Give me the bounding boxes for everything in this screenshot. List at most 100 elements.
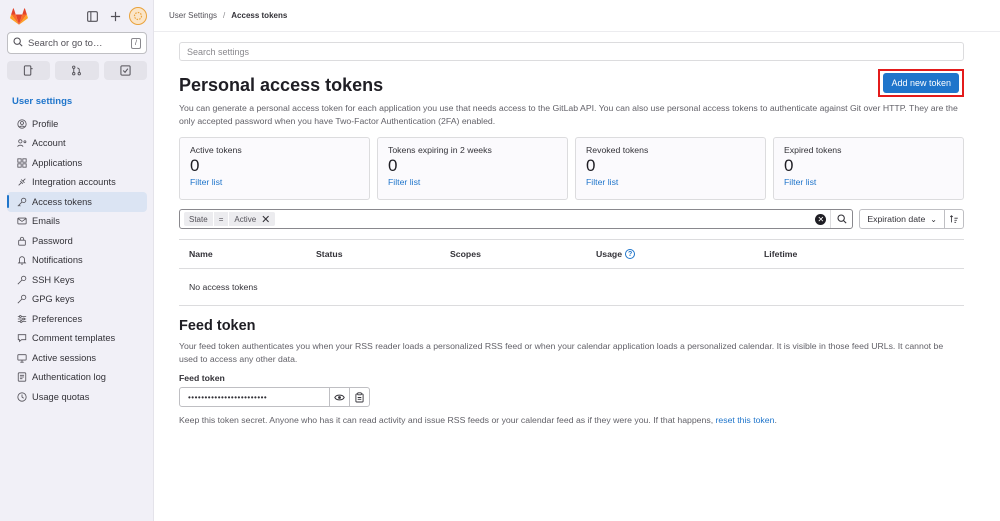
sidebar-nav: Profile Account Applications Integration… xyxy=(0,114,153,407)
stat-label: Active tokens xyxy=(190,145,242,155)
search-settings-input[interactable]: Search settings xyxy=(179,42,964,61)
account-icon xyxy=(16,138,27,149)
key-icon xyxy=(16,274,27,285)
sidebar-item-label: SSH Keys xyxy=(32,274,75,285)
sidebar-item-comment-templates[interactable]: Comment templates xyxy=(7,329,147,349)
gitlab-logo-icon[interactable] xyxy=(8,5,30,27)
column-status[interactable]: Status xyxy=(316,249,450,259)
log-icon xyxy=(16,372,27,383)
breadcrumb: User Settings / Access tokens xyxy=(154,0,1000,32)
clear-filter-icon[interactable]: ✕ xyxy=(815,214,827,225)
filter-list-link[interactable]: Filter list xyxy=(784,177,953,187)
page-title: Personal access tokens xyxy=(179,74,384,95)
sidebar-item-integration-accounts[interactable]: Integration accounts xyxy=(7,173,147,193)
integration-icon xyxy=(16,177,27,188)
avatar[interactable] xyxy=(129,7,147,25)
filter-token-operator: = xyxy=(213,212,229,226)
stat-value: 0 xyxy=(784,156,794,175)
column-lifetime[interactable]: Lifetime xyxy=(764,249,964,259)
feed-token-description: Your feed token authenticates you when y… xyxy=(179,341,944,364)
sidebar-item-emails[interactable]: Emails xyxy=(7,212,147,232)
quick-actions xyxy=(7,61,147,80)
stat-value: 0 xyxy=(190,156,200,175)
search-icon xyxy=(13,36,23,50)
sort-control: Expiration date ⌄ xyxy=(859,209,964,229)
column-usage[interactable]: Usage ? xyxy=(596,249,764,259)
main-content: User Settings / Access tokens Search set… xyxy=(154,0,1000,521)
column-name[interactable]: Name xyxy=(189,249,316,259)
filter-token-value-text: Active xyxy=(234,214,257,224)
column-usage-label: Usage xyxy=(596,249,623,259)
breadcrumb-parent[interactable]: User Settings xyxy=(169,11,217,20)
feed-token-note-text: Keep this token secret. Anyone who has i… xyxy=(179,415,716,425)
sidebar-item-label: Applications xyxy=(32,157,83,168)
sidebar-item-active-sessions[interactable]: Active sessions xyxy=(7,348,147,368)
mail-icon xyxy=(16,216,27,227)
sidebar-item-profile[interactable]: Profile xyxy=(7,114,147,134)
search-icon[interactable] xyxy=(830,210,852,228)
global-search-input[interactable]: Search or go to… / xyxy=(7,32,147,54)
sidebar: Search or go to… / User settings Profile… xyxy=(0,0,154,521)
breadcrumb-current[interactable]: Access tokens xyxy=(231,11,287,20)
sidebar-item-label: Access tokens xyxy=(32,196,92,207)
help-icon[interactable]: ? xyxy=(625,249,636,259)
stat-label: Tokens expiring in 2 weeks xyxy=(388,145,492,155)
todo-icon[interactable] xyxy=(103,61,147,80)
stat-card-revoked: Revoked tokens 0 Filter list xyxy=(575,137,766,200)
sidebar-item-applications[interactable]: Applications xyxy=(7,153,147,173)
bell-icon xyxy=(16,255,27,266)
column-scopes: Scopes xyxy=(450,249,481,259)
table-header: Name Status Scopes Usage ? Lifetime xyxy=(179,239,964,269)
copy-icon[interactable] xyxy=(349,388,369,406)
sidebar-item-label: Password xyxy=(32,235,73,246)
filter-search-input[interactable]: State = Active ✕ ✕ xyxy=(179,209,854,229)
eye-icon[interactable] xyxy=(329,388,349,406)
filter-list-link[interactable]: Filter list xyxy=(586,177,755,187)
stat-value: 0 xyxy=(586,156,596,175)
preferences-icon xyxy=(16,313,27,324)
filter-list-link[interactable]: Filter list xyxy=(388,177,557,187)
sidebar-item-label: Account xyxy=(32,138,66,149)
comment-icon xyxy=(16,333,27,344)
search-shortcut-badge: / xyxy=(131,37,141,49)
sidebar-item-notifications[interactable]: Notifications xyxy=(7,251,147,271)
applications-icon xyxy=(16,157,27,168)
filter-token-field: State xyxy=(184,212,213,226)
remove-token-icon[interactable]: ✕ xyxy=(261,213,270,226)
empty-state-row: No access tokens xyxy=(179,269,964,306)
filter-list-link[interactable]: Filter list xyxy=(190,177,359,187)
sidebar-item-ssh-keys[interactable]: SSH Keys xyxy=(7,270,147,290)
plus-icon[interactable] xyxy=(106,7,125,26)
sort-direction-icon[interactable] xyxy=(945,210,963,228)
stat-label: Expired tokens xyxy=(784,145,842,155)
sidebar-item-label: Authentication log xyxy=(32,372,106,383)
quota-icon xyxy=(16,391,27,402)
sidebar-item-label: Integration accounts xyxy=(32,177,116,188)
key-icon xyxy=(16,294,27,305)
filter-token[interactable]: State = Active ✕ xyxy=(184,212,276,226)
sidebar-heading[interactable]: User settings xyxy=(12,96,153,107)
chevron-down-icon: ⌄ xyxy=(930,214,937,224)
sidebar-item-preferences[interactable]: Preferences xyxy=(7,309,147,329)
issues-icon[interactable] xyxy=(7,61,51,80)
sidebar-item-gpg-keys[interactable]: GPG keys xyxy=(7,290,147,310)
feed-token-note: Keep this token secret. Anyone who has i… xyxy=(179,415,964,425)
merge-requests-icon[interactable] xyxy=(55,61,99,80)
sidebar-item-label: Notifications xyxy=(32,255,83,266)
sidebar-item-label: Active sessions xyxy=(32,352,97,363)
stat-card-active: Active tokens 0 Filter list xyxy=(179,137,370,200)
reset-token-link[interactable]: reset this token xyxy=(716,415,775,425)
sidebar-item-password[interactable]: Password xyxy=(7,231,147,251)
sidebar-item-authentication-log[interactable]: Authentication log xyxy=(7,368,147,388)
sort-dropdown[interactable]: Expiration date ⌄ xyxy=(860,210,945,228)
sidebar-item-access-tokens[interactable]: Access tokens xyxy=(7,192,147,212)
sidebar-item-usage-quotas[interactable]: Usage quotas xyxy=(7,387,147,407)
sidebar-item-account[interactable]: Account xyxy=(7,134,147,154)
feed-token-field: •••••••••••••••••••••••• xyxy=(179,387,370,407)
toggle-sidebar-icon[interactable] xyxy=(83,7,102,26)
feed-token-value[interactable]: •••••••••••••••••••••••• xyxy=(180,388,329,406)
page-description: You can generate a personal access token… xyxy=(179,103,958,126)
sidebar-item-label: Usage quotas xyxy=(32,391,90,402)
add-new-token-button[interactable]: Add new token xyxy=(883,73,959,93)
stat-value: 0 xyxy=(388,156,398,175)
